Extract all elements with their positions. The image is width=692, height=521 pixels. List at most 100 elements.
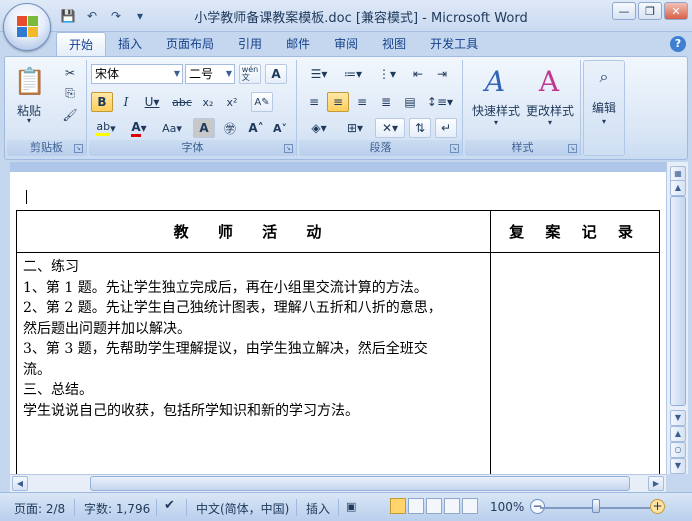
styles-launcher-icon[interactable]: ↘ [568,144,577,153]
subscript-button[interactable]: x₂ [197,92,219,112]
next-page-icon[interactable]: ▼ [670,458,686,474]
proofing-icon[interactable]: ✔ [164,498,175,513]
superscript-button[interactable]: x² [221,92,243,112]
undo-icon[interactable]: ↶ [82,7,102,25]
decrease-indent-button[interactable]: ⇤ [407,64,429,84]
page-count[interactable]: 页面: 2/8 [14,500,65,517]
scroll-left-icon[interactable]: ◀ [12,476,28,491]
underline-button[interactable]: U▾ [139,92,165,112]
chevron-down-icon: ▼ [225,69,232,78]
sort-button[interactable]: ⇅ [409,118,431,138]
tab-view[interactable]: 视图 [370,32,418,56]
shading-button[interactable]: ◈▾ [303,118,335,138]
vertical-scroll-thumb[interactable] [670,196,686,406]
character-shading-button[interactable]: A [193,118,215,138]
multilevel-list-button[interactable]: ⋮▾ [371,64,403,84]
language-indicator[interactable]: 中文(简体，中国) [196,500,289,517]
insert-mode[interactable]: 插入 [306,500,330,517]
draft-view-icon[interactable] [462,498,478,514]
grow-font-button[interactable]: A˄ [245,118,267,138]
bullets-button[interactable]: ☰▾ [303,64,335,84]
distributed-button[interactable]: ▤ [399,92,421,112]
horizontal-scrollbar[interactable]: ◀ ▶ [10,474,666,492]
zoom-level[interactable]: 100% [490,500,524,514]
web-layout-view-icon[interactable] [426,498,442,514]
font-size-combo[interactable]: 二号 ▼ [185,64,235,84]
scroll-up-icon[interactable]: ▲ [670,180,686,196]
header-teacher-activity[interactable]: 教 师 活 动 [17,211,491,253]
customize-icon[interactable]: ▾ [130,7,150,25]
header-review-record[interactable]: 复 案 记 录 [491,211,659,253]
teacher-activity-cell[interactable]: 二、练习 1、第 1 题。先让学生独立完成后，再在小组里交流计算的方法。 2、第… [17,253,491,474]
zoom-slider-knob[interactable] [592,499,600,513]
body-line: 二、练习 [23,259,79,275]
strikethrough-button[interactable]: abc [169,92,195,112]
chinese-layout-button[interactable]: ✕▾ [375,118,405,138]
align-right-button[interactable]: ≡ [351,92,373,112]
select-browse-object-icon[interactable]: ○ [670,442,686,458]
italic-button[interactable]: I [115,92,137,112]
redo-icon[interactable]: ↷ [106,7,126,25]
tab-developer[interactable]: 开发工具 [418,32,490,56]
outline-view-icon[interactable] [444,498,460,514]
tab-home[interactable]: 开始 [56,32,107,56]
tab-references[interactable]: 引用 [226,32,274,56]
editing-group[interactable]: ⌕ 编辑 ▾ [583,60,625,156]
save-icon[interactable]: 💾 [58,7,78,25]
clipboard-launcher-icon[interactable]: ↘ [74,144,83,153]
numbering-button[interactable]: ≔▾ [337,64,369,84]
font-launcher-icon[interactable]: ↘ [284,144,293,153]
character-border-button[interactable]: A [265,64,287,84]
format-painter-icon[interactable]: 🖌 [61,106,79,124]
scroll-right-icon[interactable]: ▶ [648,476,664,491]
cut-icon[interactable]: ✂ [61,64,79,82]
change-case-button[interactable]: Aa▾ [157,118,187,138]
line-spacing-button[interactable]: ↕≡▾ [425,92,455,112]
vertical-scrollbar[interactable]: ▦ ▲ ▼ ▲ ○ ▼ [666,162,688,474]
enclose-characters-button[interactable]: ㊫ [219,118,241,138]
chevron-down-icon[interactable]: ▾ [544,118,556,127]
zoom-in-icon[interactable]: + [650,499,665,514]
previous-page-icon[interactable]: ▲ [670,426,686,442]
font-name-combo[interactable]: 宋体 ▼ [91,64,183,84]
word-count[interactable]: 字数: 1,796 [84,500,150,517]
align-center-button[interactable]: ≡ [327,92,349,112]
macro-recording-icon[interactable]: ▣ [346,500,356,513]
document-area[interactable]: 教 师 活 动 复 案 记 录 二、练习 1、第 1 题。先让学生独立完成后，再… [10,162,666,474]
quick-styles-icon[interactable]: A [475,64,515,98]
align-left-button[interactable]: ≡ [303,92,325,112]
chevron-down-icon[interactable]: ▾ [490,118,502,127]
bold-button[interactable]: B [91,92,113,112]
office-button[interactable] [3,3,51,51]
full-screen-reading-view-icon[interactable] [408,498,424,514]
shrink-font-button[interactable]: A˅ [269,118,291,138]
phonetic-guide-button[interactable]: wén 文 [239,64,261,84]
increase-indent-button[interactable]: ⇥ [431,64,453,84]
show-formatting-marks-button[interactable]: ↵ [435,118,457,138]
font-color-button[interactable]: A ▾ [125,118,153,138]
document-page[interactable]: 教 师 活 动 复 案 记 录 二、练习 1、第 1 题。先让学生独立完成后，再… [10,172,666,474]
change-styles-icon[interactable]: A [529,64,569,98]
quick-styles-label[interactable]: 快速样式 [469,102,523,119]
tab-mailings[interactable]: 邮件 [274,32,322,56]
tab-page-layout[interactable]: 页面布局 [154,32,226,56]
clear-formatting-button[interactable]: A✎ [251,92,273,112]
paragraph-launcher-icon[interactable]: ↘ [450,144,459,153]
minimize-icon[interactable]: — [612,2,636,20]
justify-button[interactable]: ≣ [375,92,397,112]
restore-icon[interactable]: ❐ [638,2,662,20]
close-icon[interactable]: ✕ [664,2,688,20]
copy-icon[interactable]: ⎘ [61,84,79,102]
help-icon[interactable]: ? [670,36,686,52]
borders-button[interactable]: ⊞▾ [339,118,371,138]
scroll-down-icon[interactable]: ▼ [670,410,686,426]
change-styles-label[interactable]: 更改样式 [523,102,577,119]
tab-insert[interactable]: 插入 [106,32,154,56]
lesson-table[interactable]: 教 师 活 动 复 案 记 录 二、练习 1、第 1 题。先让学生独立完成后，再… [16,210,660,474]
highlight-color-button[interactable]: ab ▾ [91,118,121,138]
paste-icon[interactable]: 📋 [13,64,47,100]
paste-dropdown-icon[interactable]: ▾ [23,116,35,125]
tab-review[interactable]: 审阅 [322,32,370,56]
horizontal-scroll-thumb[interactable] [90,476,630,491]
print-layout-view-icon[interactable] [390,498,406,514]
